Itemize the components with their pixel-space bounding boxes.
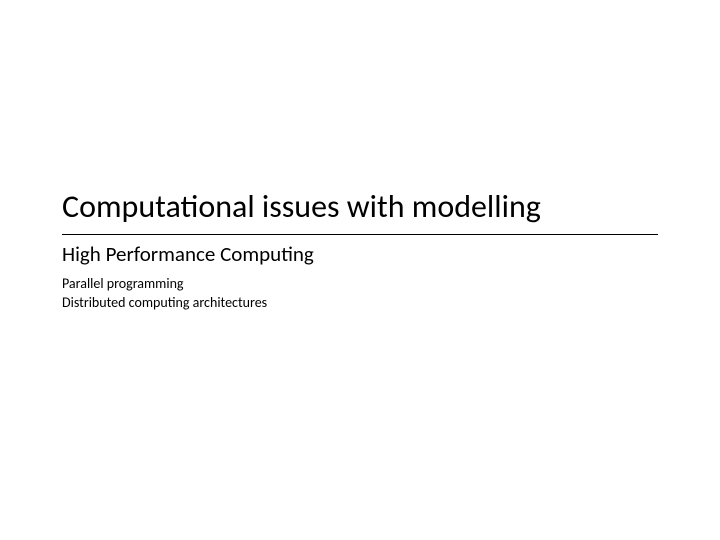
body-line-1: Parallel programming (62, 275, 662, 294)
slide-content: Computational issues with modelling High… (62, 188, 662, 312)
slide-subtitle: High Performance Computing (62, 241, 662, 268)
body-line-2: Distributed computing architectures (62, 294, 662, 313)
title-divider (62, 234, 658, 235)
slide-title: Computational issues with modelling (62, 188, 662, 226)
